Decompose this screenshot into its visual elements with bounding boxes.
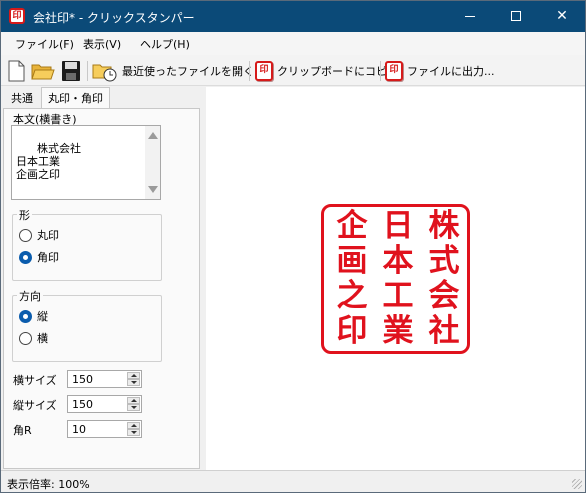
stamp-char: 業 xyxy=(382,313,414,349)
open-folder-icon[interactable] xyxy=(31,60,55,82)
direction-horizontal-label: 横 xyxy=(37,332,48,345)
settings-panel: 共通 丸印・角印 本文(横書き) 株式会社 日本工業 企画之印 形 丸印 角印 … xyxy=(1,87,204,470)
stamp-export-icon: 印 xyxy=(385,61,403,81)
decrement-icon[interactable] xyxy=(127,404,140,411)
corner-radius-stepper[interactable]: 10 xyxy=(67,420,142,438)
save-icon[interactable] xyxy=(61,60,81,82)
radio-off-icon xyxy=(19,331,32,345)
stamp-char: 式 xyxy=(428,243,460,279)
stamp-column-3: 企 画 之 印 xyxy=(329,209,375,349)
app-window: 印 会社印* - クリックスタンパー ✕ ファイル(F) 表示(V) ヘルプ(H… xyxy=(0,0,586,493)
stamp-preview-area: 株 式 会 社 日 本 工 業 企 画 之 印 xyxy=(206,87,585,470)
minimize-icon xyxy=(465,15,475,17)
maximize-icon xyxy=(511,11,521,21)
stamp-char: 之 xyxy=(336,278,368,314)
height-size-stepper[interactable]: 150 xyxy=(67,395,142,413)
toolbar-separator xyxy=(87,61,88,81)
body-text-value: 株式会社 日本工業 企画之印 xyxy=(16,142,81,181)
maximize-button[interactable] xyxy=(493,1,539,32)
stamp-char: 印 xyxy=(336,313,368,349)
shape-group-title: 形 xyxy=(17,207,32,223)
height-size-label: 縦サイズ xyxy=(13,399,57,412)
shape-round-radio[interactable]: 丸印 xyxy=(19,227,59,243)
zoom-status: 表示倍率: 100% xyxy=(7,478,90,491)
minimize-button[interactable] xyxy=(447,1,493,32)
stamp-column-2: 日 本 工 業 xyxy=(375,209,421,349)
stamp-char: 社 xyxy=(428,313,460,349)
shape-round-label: 丸印 xyxy=(37,229,59,242)
radio-on-icon xyxy=(19,309,32,323)
menu-bar: ファイル(F) 表示(V) ヘルプ(H) xyxy=(1,32,585,55)
increment-icon[interactable] xyxy=(127,397,140,404)
close-button[interactable]: ✕ xyxy=(539,1,585,32)
radio-on-icon xyxy=(19,250,32,264)
direction-vertical-radio[interactable]: 縦 xyxy=(19,308,48,324)
new-file-icon[interactable] xyxy=(6,60,26,82)
shape-group: 形 丸印 角印 xyxy=(12,207,162,281)
status-bar: 表示倍率: 100% xyxy=(1,470,585,492)
title-bar: 印 会社印* - クリックスタンパー ✕ xyxy=(1,1,585,32)
direction-horizontal-radio[interactable]: 横 xyxy=(19,330,48,346)
open-recent-label: 最近使ったファイルを開く... xyxy=(122,65,265,78)
width-size-stepper[interactable]: 150 xyxy=(67,370,142,388)
width-size-label: 横サイズ xyxy=(13,374,57,387)
radio-off-icon xyxy=(19,228,32,242)
stamp-char: 工 xyxy=(382,278,414,314)
shape-square-radio[interactable]: 角印 xyxy=(19,249,59,265)
corner-radius-label: 角R xyxy=(13,424,32,437)
scroll-down-icon[interactable] xyxy=(148,186,158,193)
body-text-scrollbar[interactable] xyxy=(145,126,160,199)
toolbar-separator xyxy=(380,61,381,81)
tab-shape[interactable]: 丸印・角印 xyxy=(41,87,110,109)
shape-square-label: 角印 xyxy=(37,251,59,264)
app-stamp-icon: 印 xyxy=(9,8,25,24)
tab-common[interactable]: 共通 xyxy=(5,88,39,108)
menu-view[interactable]: 表示(V) xyxy=(83,36,121,52)
direction-group-title: 方向 xyxy=(17,288,43,304)
decrement-icon[interactable] xyxy=(127,429,140,436)
increment-icon[interactable] xyxy=(127,422,140,429)
stamp-char: 企 xyxy=(336,208,368,244)
stamp-char: 画 xyxy=(336,243,368,279)
export-label: ファイルに出力... xyxy=(407,65,495,78)
stamp-char: 本 xyxy=(382,243,414,279)
resize-grip-icon[interactable] xyxy=(572,479,582,489)
menu-help[interactable]: ヘルプ(H) xyxy=(140,36,190,52)
scroll-up-icon[interactable] xyxy=(148,132,158,139)
recent-folder-icon xyxy=(92,64,117,82)
copy-to-clipboard-button[interactable]: 印 クリップボードにコピー xyxy=(255,59,398,83)
stamp-column-1: 株 式 会 社 xyxy=(421,209,467,349)
stamp-copy-icon: 印 xyxy=(255,61,273,81)
increment-icon[interactable] xyxy=(127,372,140,379)
window-title: 会社印* - クリックスタンパー xyxy=(33,11,195,25)
export-file-button[interactable]: 印 ファイルに出力... xyxy=(385,59,495,83)
direction-vertical-label: 縦 xyxy=(37,310,48,323)
stamp-char: 日 xyxy=(382,208,414,244)
toolbar-separator xyxy=(249,61,250,81)
body-text-input[interactable]: 株式会社 日本工業 企画之印 xyxy=(11,125,161,200)
width-size-value: 150 xyxy=(72,373,93,386)
stamp-char: 株 xyxy=(428,208,460,244)
decrement-icon[interactable] xyxy=(127,379,140,386)
height-size-value: 150 xyxy=(72,398,93,411)
stamp-char: 会 xyxy=(428,278,460,314)
close-icon: ✕ xyxy=(556,8,568,24)
menu-file[interactable]: ファイル(F) xyxy=(15,36,74,52)
stamp-preview: 株 式 会 社 日 本 工 業 企 画 之 印 xyxy=(321,204,470,354)
open-recent-button[interactable]: 最近使ったファイルを開く... xyxy=(92,59,265,83)
toolbar: 最近使ったファイルを開く... 印 クリップボードにコピー 印 ファイルに出力.… xyxy=(1,55,585,86)
corner-radius-value: 10 xyxy=(72,423,86,436)
direction-group: 方向 縦 横 xyxy=(12,288,162,362)
